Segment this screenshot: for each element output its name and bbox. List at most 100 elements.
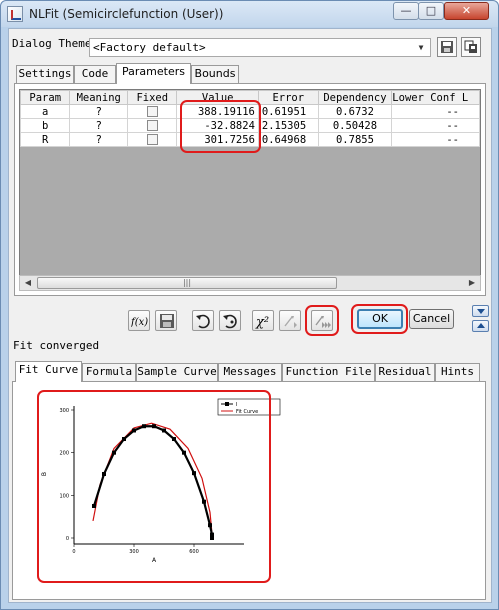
tab-function-file[interactable]: Function File <box>282 363 375 381</box>
tab-messages[interactable]: Messages <box>218 363 282 381</box>
fit-curve-chart: 0 300 6000100200300 A B I Fit Curve <box>34 386 296 586</box>
parameters-grid[interactable]: Param Meaning Fixed Value Error Dependen… <box>19 89 481 289</box>
lower-conf-cell: -- <box>391 104 480 119</box>
tab-code[interactable]: Code <box>74 65 116 83</box>
fixed-cell <box>127 132 178 147</box>
lower-conf-cell: -- <box>391 118 480 133</box>
close-button[interactable]: ✕ <box>444 2 489 20</box>
grid-horizontal-scrollbar[interactable]: ◀ ||| ▶ <box>19 275 481 291</box>
dialog-theme-label: Dialog Theme <box>12 37 92 50</box>
tab-bounds[interactable]: Bounds <box>191 65 239 83</box>
data-point <box>112 450 116 455</box>
legend-data-marker <box>225 402 229 406</box>
save-icon <box>160 314 174 328</box>
dialog-theme-value: <Factory default> <box>93 41 206 54</box>
chi-square-icon: χ² <box>255 315 269 329</box>
chi-square-label: χ² <box>255 315 269 329</box>
tab-parameters[interactable]: Parameters <box>116 63 191 84</box>
value-cell[interactable]: 301.7256 <box>176 132 259 147</box>
data-point <box>132 428 136 433</box>
scroll-left-icon[interactable]: ◀ <box>20 276 36 290</box>
fit-curve-preview: 0 300 600 0 100 200 300 A B I Fit Curve <box>15 383 473 591</box>
tab-sample-curve[interactable]: Sample Curve <box>136 363 218 381</box>
column-header[interactable]: Param <box>20 90 71 105</box>
param-name-cell: b <box>20 118 71 133</box>
error-cell: 0.64968 <box>257 132 319 147</box>
column-header[interactable]: Lower Conf L <box>391 90 480 105</box>
x-tick-label: 600 <box>189 549 199 555</box>
tab-hints[interactable]: Hints <box>435 363 480 381</box>
copy-icon <box>464 40 477 53</box>
copy-theme-button[interactable] <box>461 37 481 57</box>
save-fit-button[interactable] <box>155 310 177 331</box>
dialog-theme-select[interactable]: <Factory default> ▼ <box>89 38 431 57</box>
x-tick-label: 300 <box>129 549 139 555</box>
tab-settings[interactable]: Settings <box>16 65 74 83</box>
value-cell[interactable]: 388.19116 <box>176 104 259 119</box>
fit-until-converge-icon <box>315 316 331 328</box>
chevron-down-icon: ▼ <box>418 43 424 52</box>
fixed-checkbox[interactable] <box>146 120 158 131</box>
data-point <box>202 499 206 504</box>
column-header[interactable]: Value <box>176 90 259 105</box>
tab-fit-curve[interactable]: Fit Curve <box>15 361 82 382</box>
lower-conf-cell: -- <box>391 132 480 147</box>
save-icon <box>441 41 453 53</box>
window-title: NLFit (Semicirclefunction (User)) <box>29 7 224 21</box>
column-header[interactable]: Dependency <box>317 90 393 105</box>
data-point <box>142 424 146 429</box>
init-icon <box>223 314 237 329</box>
meaning-cell[interactable]: ? <box>69 104 129 119</box>
minimize-button[interactable]: — <box>393 2 419 20</box>
error-cell: 2.15305 <box>257 118 319 133</box>
initialize-button[interactable] <box>219 310 241 331</box>
table-row[interactable]: b ? -32.8824 2.15305 0.50428 -- <box>20 118 480 133</box>
fixed-checkbox[interactable] <box>146 134 158 145</box>
column-header[interactable]: Meaning <box>69 90 129 105</box>
one-iteration-button[interactable] <box>279 310 301 331</box>
save-theme-button[interactable] <box>437 37 457 57</box>
scroll-right-icon[interactable]: ▶ <box>464 276 480 290</box>
data-point <box>210 536 214 540</box>
data-point <box>102 472 106 476</box>
table-row[interactable]: R ? 301.7256 0.64968 0.7855 -- <box>20 132 480 147</box>
data-point <box>208 523 212 528</box>
data-point <box>122 437 126 442</box>
collapse-arrow-down-icon[interactable] <box>472 305 489 317</box>
data-point <box>162 428 166 433</box>
column-header[interactable]: Fixed <box>127 90 178 105</box>
dialog-body: Dialog Theme <Factory default> ▼ Setting… <box>8 28 492 603</box>
chart-legend: I Fit Curve <box>217 398 281 416</box>
dependency-cell: 0.50428 <box>317 118 393 133</box>
expand-arrow-up-icon[interactable] <box>472 320 489 332</box>
fit-function-button[interactable]: f(x) <box>128 310 150 331</box>
fixed-cell <box>127 118 178 133</box>
x-tick-label: 0 <box>72 549 75 555</box>
meaning-cell[interactable]: ? <box>69 118 129 133</box>
reset-parameters-button[interactable] <box>192 310 214 331</box>
y-axis-label: B <box>41 472 48 476</box>
title-bar[interactable]: NLFit (Semicirclefunction (User)) — □ ✕ <box>1 1 498 27</box>
table-row[interactable]: a ? 388.19116 0.61951 0.6732 -- <box>20 104 480 119</box>
value-cell[interactable]: -32.8824 <box>176 118 259 133</box>
nlfit-dialog: NLFit (Semicirclefunction (User)) — □ ✕ … <box>0 0 499 610</box>
y-tick-label: 100 <box>59 493 69 499</box>
column-header[interactable]: Error <box>257 90 319 105</box>
maximize-button[interactable]: □ <box>418 2 444 20</box>
data-point <box>192 471 196 476</box>
cancel-button[interactable]: Cancel <box>409 309 454 329</box>
fixed-checkbox[interactable] <box>146 106 158 117</box>
scrollbar-thumb[interactable]: ||| <box>37 277 337 289</box>
fit-icon: f(x) <box>131 317 148 328</box>
ok-button[interactable]: OK <box>357 309 403 329</box>
meaning-cell[interactable]: ? <box>69 132 129 147</box>
dependency-cell: 0.6732 <box>317 104 393 119</box>
tab-residual[interactable]: Residual <box>375 363 435 381</box>
chi-square-button[interactable]: χ² <box>252 310 274 331</box>
dependency-cell: 0.7855 <box>317 132 393 147</box>
data-point <box>182 450 186 455</box>
tab-formula[interactable]: Formula <box>82 363 136 381</box>
fit-until-converged-button[interactable] <box>311 310 333 331</box>
fit-status-text: Fit converged <box>13 339 100 352</box>
grid-header-row: Param Meaning Fixed Value Error Dependen… <box>20 90 480 105</box>
